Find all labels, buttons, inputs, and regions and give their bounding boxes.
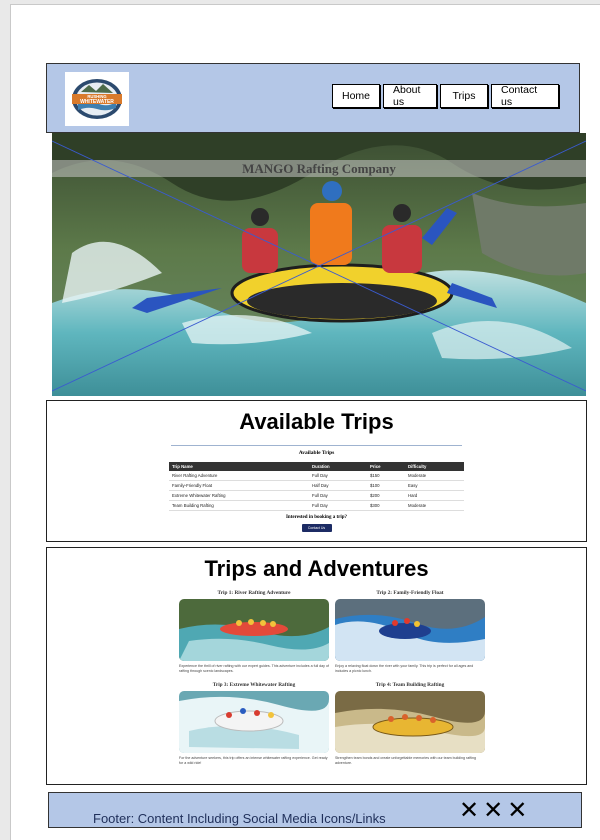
nav-about-button[interactable]: About us: [383, 84, 437, 108]
main-nav: Home About us Trips Contact us: [332, 84, 559, 108]
hero-banner: MANGO Rafting Company: [52, 133, 586, 396]
nav-contact-button[interactable]: Contact us: [491, 84, 559, 108]
table-cell: Family-Friendly Float: [169, 480, 309, 491]
trip-cards-grid: Trip 1: River Rafting Adventure Experien…: [179, 590, 485, 782]
table-cell: $100: [367, 480, 405, 491]
table-cell: Half Day: [309, 480, 367, 491]
logo-badge-icon: RUSHING WHITEWATER: [72, 79, 122, 119]
table-row: Family-Friendly Float Half Day $100 Easy: [169, 480, 464, 491]
footer-text: Footer: Content Including Social Media I…: [93, 811, 386, 826]
booking-question: Interested in booking a trip?: [285, 515, 348, 520]
table-cell: Moderate: [405, 471, 464, 481]
column-header: Price: [367, 462, 405, 471]
available-trips-mockup: Available Trips Trip Name Duration Price…: [169, 445, 464, 543]
table-cell: Extreme Whitewater Rafting: [169, 490, 309, 501]
table-row: River Rafting Adventure Full Day $150 Mo…: [169, 471, 464, 481]
trip-card-title: Trip 3: Extreme Whitewater Rafting: [212, 682, 296, 688]
column-header: Difficulty: [405, 462, 464, 471]
table-cell: Hard: [405, 490, 464, 501]
trips-adventures-title: Trips and Adventures: [204, 556, 429, 581]
table-header-row: Trip Name Duration Price Difficulty: [169, 462, 464, 471]
available-trips-title: Available Trips: [239, 409, 394, 434]
company-logo[interactable]: RUSHING WHITEWATER: [65, 72, 129, 126]
available-trips-section: Available Trips Available Trips Trip Nam…: [46, 400, 587, 542]
table-cell: Moderate: [405, 500, 464, 511]
table-cell: Team Building Rafting: [169, 500, 309, 511]
table-row: Team Building Rafting Full Day $300 Mode…: [169, 500, 464, 511]
trip-card-1[interactable]: Trip 1: River Rafting Adventure Experien…: [179, 590, 329, 673]
trip-card-title: Trip 4: Team Building Rafting: [375, 682, 445, 688]
table-cell: Easy: [405, 480, 464, 491]
trips-table: Trip Name Duration Price Difficulty Rive…: [169, 462, 464, 511]
nav-home-button[interactable]: Home: [332, 84, 380, 108]
trip-card-3[interactable]: Trip 3: Extreme Whitewater Rafting For t…: [179, 682, 329, 765]
trip-card-4[interactable]: Trip 4: Team Building Rafting Strengthen…: [335, 682, 485, 765]
divider: [171, 445, 462, 446]
nav-trips-button[interactable]: Trips: [440, 84, 488, 108]
table-cell: $300: [367, 500, 405, 511]
site-footer: Footer: Content Including Social Media I…: [48, 792, 582, 828]
hero-title: MANGO Rafting Company: [52, 160, 586, 177]
column-header: Duration: [309, 462, 367, 471]
trip-card-title: Trip 1: River Rafting Adventure: [217, 590, 291, 596]
trip-card-image: [179, 691, 329, 753]
table-row: Extreme Whitewater Rafting Full Day $200…: [169, 490, 464, 501]
table-cell: River Rafting Adventure: [169, 471, 309, 481]
table-cell: $150: [367, 471, 405, 481]
trip-card-image: [335, 691, 485, 753]
trips-adventures-section: Trips and Adventures Trip 1: River Rafti…: [46, 547, 587, 785]
social-placeholder-icon[interactable]: ✕: [507, 797, 527, 823]
trip-card-description: Strengthen team bonds and create unforge…: [335, 756, 477, 765]
social-placeholder-icon[interactable]: ✕: [483, 797, 503, 823]
column-header: Trip Name: [169, 462, 309, 471]
trip-card-description: For the adventure seekers, this trip off…: [179, 756, 328, 765]
site-header: RUSHING WHITEWATER Home About us Trips C…: [46, 63, 580, 133]
trip-card-2[interactable]: Trip 2: Family-Friendly Float Enjoy a re…: [335, 590, 485, 673]
trip-card-description: Enjoy a relaxing float down the river wi…: [335, 664, 474, 673]
social-icons: ✕ ✕ ✕: [459, 797, 527, 823]
trip-card-description: Experience the thrill of river rafting w…: [179, 664, 329, 673]
table-cell: $200: [367, 490, 405, 501]
mockup-heading: Available Trips: [298, 450, 335, 456]
logo-line2: WHITEWATER: [80, 99, 114, 105]
trip-card-image: [179, 599, 329, 661]
trip-card-title: Trip 2: Family-Friendly Float: [376, 590, 444, 596]
trip-card-image: [335, 599, 485, 661]
social-placeholder-icon[interactable]: ✕: [459, 797, 479, 823]
table-cell: Full Day: [309, 500, 367, 511]
contact-us-button[interactable]: Contact Us: [301, 524, 332, 532]
table-cell: Full Day: [309, 471, 367, 481]
table-cell: Full Day: [309, 490, 367, 501]
